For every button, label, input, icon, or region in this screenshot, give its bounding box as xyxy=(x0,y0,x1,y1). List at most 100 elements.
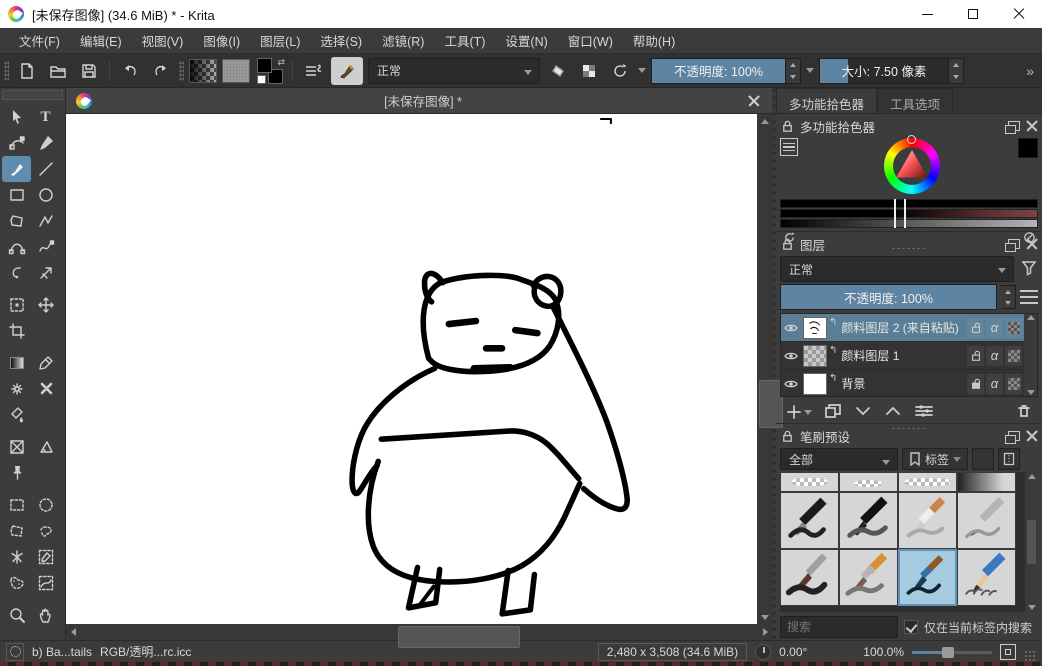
brush-preset-pencil-silver[interactable] xyxy=(957,492,1016,549)
similar-color-select-tool[interactable] xyxy=(2,544,31,570)
color-triangle[interactable] xyxy=(894,148,930,184)
brush-preset-pen-white[interactable] xyxy=(898,492,957,549)
layer-blend-mode-combo[interactable]: 正常 xyxy=(780,256,1014,282)
zoom-fit-button[interactable] xyxy=(1000,644,1016,660)
brush-preset-pen-black-1[interactable] xyxy=(780,492,839,549)
brush-preset-ink-selected[interactable] xyxy=(898,549,957,606)
layer-alpha-lock-icon[interactable] xyxy=(1005,318,1022,338)
lock-layers-docker-icon[interactable] xyxy=(780,237,794,251)
close-button[interactable] xyxy=(996,0,1042,28)
zoom-tool[interactable] xyxy=(2,602,31,628)
layer-inherit-alpha-icon[interactable]: α xyxy=(986,318,1003,338)
add-layer-button[interactable] xyxy=(786,404,812,420)
hue-bar[interactable] xyxy=(780,199,1038,208)
menu-settings[interactable]: 设置(N) xyxy=(496,28,556,53)
color-component-sliders[interactable] xyxy=(780,199,1038,228)
brush-search-input[interactable] xyxy=(780,616,898,638)
float-brush-docker-icon[interactable] xyxy=(1008,431,1020,441)
opacity-dropdown-icon[interactable] xyxy=(806,68,814,73)
subwindow-close-button[interactable] xyxy=(746,93,762,109)
multibrush-tool[interactable] xyxy=(31,260,60,286)
brush-preset-eraser-circle[interactable] xyxy=(839,472,898,492)
layer-row-paint1[interactable]: ↰ 颜料图层 1 α xyxy=(781,342,1024,370)
float-docker-icon[interactable] xyxy=(1008,121,1020,131)
bezier-curve-tool[interactable] xyxy=(2,234,31,260)
layer-opacity-spinner[interactable] xyxy=(1001,285,1016,309)
close-docker-icon[interactable] xyxy=(1026,120,1038,132)
close-brush-docker-icon[interactable] xyxy=(1026,430,1038,442)
size-spinner[interactable] xyxy=(949,58,964,84)
delete-layer-button[interactable] xyxy=(1016,403,1032,422)
brush-preset-eraser-soft[interactable] xyxy=(898,472,957,492)
toolbox-drag-handle[interactable] xyxy=(2,90,63,100)
menu-select[interactable]: 选择(S) xyxy=(311,28,371,53)
layer-visibility-icon[interactable] xyxy=(783,320,799,336)
freehand-select-tool[interactable] xyxy=(31,518,60,544)
menu-help[interactable]: 帮助(H) xyxy=(624,28,684,53)
menu-filter[interactable]: 滤镜(R) xyxy=(373,28,433,53)
smart-patch-tool[interactable] xyxy=(31,376,60,402)
brush-editor-button[interactable] xyxy=(331,57,363,85)
reference-images-tool[interactable] xyxy=(2,460,31,486)
resource-storage-button[interactable] xyxy=(998,448,1020,470)
brush-grid-scrollbar[interactable] xyxy=(1025,472,1038,612)
selection-display-button[interactable] xyxy=(6,643,24,661)
redo-button[interactable] xyxy=(148,58,174,84)
polyline-tool[interactable] xyxy=(31,208,60,234)
brush-view-menu-button[interactable] xyxy=(972,448,994,470)
pan-tool[interactable] xyxy=(31,602,60,628)
float-layers-docker-icon[interactable] xyxy=(1008,239,1020,249)
tag-button[interactable]: 标签 xyxy=(902,448,968,470)
canvas[interactable] xyxy=(66,114,757,624)
canvas-vertical-scrollbar[interactable] xyxy=(757,114,772,624)
close-layers-docker-icon[interactable] xyxy=(1026,238,1038,250)
scroll-up-arrow[interactable] xyxy=(757,114,772,128)
rectangle-tool[interactable] xyxy=(2,182,31,208)
layer-list-scrollbar[interactable] xyxy=(1024,314,1037,396)
move-layer-up-button[interactable] xyxy=(884,404,902,421)
layer-filter-button[interactable] xyxy=(1020,259,1038,280)
brush-preset-eraser-small[interactable] xyxy=(780,472,839,492)
gradient-tool[interactable] xyxy=(2,350,31,376)
menu-file[interactable]: 文件(F) xyxy=(10,28,69,53)
foreground-background-colors[interactable]: ⇄ xyxy=(255,57,285,85)
menu-image[interactable]: 图像(I) xyxy=(194,28,249,53)
new-document-button[interactable] xyxy=(14,58,40,84)
duplicate-layer-button[interactable] xyxy=(824,403,842,422)
menu-view[interactable]: 视图(V) xyxy=(133,28,193,53)
eraser-mode-button[interactable] xyxy=(545,58,571,84)
enclose-fill-tool[interactable] xyxy=(2,434,31,460)
elliptical-select-tool[interactable] xyxy=(31,492,60,518)
layer-visibility-icon[interactable] xyxy=(783,376,799,392)
layer-row-paint2[interactable]: ↰ 颜料图层 2 (来自粘贴) α xyxy=(781,314,1024,342)
brush-scroll-thumb[interactable] xyxy=(1027,520,1036,564)
undo-button[interactable] xyxy=(117,58,143,84)
fill-tool[interactable] xyxy=(2,402,31,428)
brush-preset-pen-black-2[interactable] xyxy=(839,492,898,549)
crop-tool[interactable] xyxy=(2,318,31,344)
bezier-select-tool[interactable] xyxy=(31,570,60,596)
saturation-bar[interactable] xyxy=(780,209,1038,218)
scroll-down-arrow[interactable] xyxy=(757,610,772,624)
maximize-button[interactable] xyxy=(950,0,996,28)
layer-properties-button[interactable] xyxy=(914,403,934,422)
layer-visibility-icon[interactable] xyxy=(783,348,799,364)
move-layer-down-button[interactable] xyxy=(854,404,872,421)
layer-alpha-lock-icon[interactable] xyxy=(1005,374,1022,394)
layer-alpha-lock-icon[interactable] xyxy=(1005,346,1022,366)
calligraphy-tool[interactable] xyxy=(31,130,60,156)
color-wheel[interactable] xyxy=(884,138,940,194)
edit-shapes-tool[interactable] xyxy=(2,130,31,156)
opacity-spinner[interactable] xyxy=(786,58,801,84)
rectangular-select-tool[interactable] xyxy=(2,492,31,518)
dynamic-brush-tool[interactable] xyxy=(2,260,31,286)
brush-settings-button[interactable] xyxy=(300,58,326,84)
gradient-chooser[interactable] xyxy=(189,59,217,83)
canvas-horizontal-scrollbar[interactable] xyxy=(66,624,772,640)
toolbar-drag-handle-2[interactable] xyxy=(179,61,184,81)
pattern-chooser[interactable] xyxy=(222,59,250,83)
color-sampler-tool[interactable] xyxy=(31,350,60,376)
minimize-button[interactable] xyxy=(904,0,950,28)
freehand-path-tool[interactable] xyxy=(31,234,60,260)
size-slider[interactable]: 大小: 7.50 像素 xyxy=(819,58,949,84)
